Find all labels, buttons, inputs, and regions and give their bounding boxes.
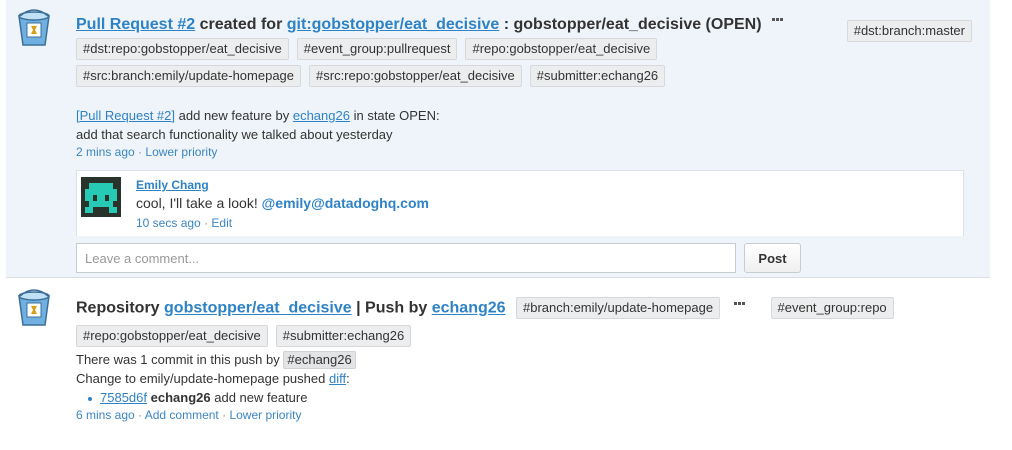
- user-link[interactable]: echang26: [432, 300, 506, 317]
- comment-author-link[interactable]: Emily Chang: [136, 178, 209, 192]
- pull-request-link[interactable]: Pull Request #2: [76, 16, 195, 33]
- commit-message: add new feature: [214, 390, 308, 405]
- mention-link[interactable]: @emily@datadoghq.com: [262, 195, 429, 211]
- tag[interactable]: #repo:gobstopper/eat_decisive: [76, 325, 268, 347]
- title-text: | Push by: [356, 299, 428, 317]
- tag[interactable]: #submitter:echang26: [529, 65, 666, 87]
- bucket-icon: [18, 9, 50, 46]
- tag-branch[interactable]: #branch:emily/update-homepage: [515, 297, 721, 319]
- comment-timestamp[interactable]: 10 secs ago: [136, 216, 201, 230]
- add-comment-link[interactable]: Add comment: [145, 408, 219, 422]
- comment-input[interactable]: [76, 243, 736, 273]
- title-text: Repository: [76, 299, 160, 317]
- bucket-icon: [18, 289, 50, 326]
- post-button[interactable]: Post: [744, 243, 801, 273]
- timestamp-link[interactable]: 6 mins ago: [76, 408, 135, 422]
- event-body-line2: Change to emily/update-homepage pushed d…: [76, 369, 980, 388]
- tag-list: #repo:gobstopper/eat_decisive #submitter:…: [76, 323, 980, 350]
- event-pull-request: Pull Request #2 created for git:gobstopp…: [6, 0, 990, 278]
- tag[interactable]: #repo:gobstopper/eat_decisive: [465, 38, 658, 60]
- comment-meta: 10 secs ago · Edit: [136, 215, 232, 232]
- diff-link[interactable]: diff: [329, 371, 346, 386]
- tag[interactable]: #src:repo:gobstopper/eat_decisive: [309, 65, 522, 87]
- tag-dst-branch[interactable]: #dst:branch:master: [846, 20, 972, 42]
- commit-author: echang26: [150, 390, 211, 405]
- body-text: There was 1 commit in this push by: [76, 352, 280, 367]
- list-item: 7585d6f echang26 add new feature: [88, 388, 980, 407]
- event-push: Repository gobstopper/eat_decisive | Pus…: [6, 280, 990, 450]
- comment-text: cool, I'll take a look! @emily@datadoghq…: [136, 195, 429, 211]
- tag[interactable]: #submitter:echang26: [275, 325, 412, 347]
- comment-body: cool, I'll take a look!: [136, 195, 258, 211]
- repo-link[interactable]: git:gobstopper/eat_decisive: [287, 16, 500, 33]
- body-text: Change to emily/update-homepage pushed: [76, 371, 326, 386]
- user-link[interactable]: echang26: [293, 108, 350, 123]
- tag-list: #dst:repo:gobstopper/eat_decisive #event_…: [76, 36, 756, 90]
- separator: ·: [138, 408, 143, 422]
- commit-list: 7585d6f echang26 add new feature: [88, 388, 980, 407]
- event-body: [Pull Request #2] add new feature by ech…: [76, 106, 980, 125]
- body-text: :: [346, 371, 350, 386]
- title-text: created for: [199, 16, 283, 33]
- avatar: [81, 177, 121, 217]
- body-text: in state OPEN:: [353, 108, 440, 123]
- lower-priority-link[interactable]: Lower priority: [229, 408, 301, 422]
- event-content: Pull Request #2 created for git:gobstopp…: [76, 14, 980, 161]
- tag[interactable]: #src:branch:emily/update-homepage: [76, 65, 302, 87]
- tag[interactable]: #dst:repo:gobstopper/eat_decisive: [76, 38, 289, 60]
- bullet-icon: [88, 396, 92, 401]
- body-text: add new feature by: [178, 108, 290, 123]
- pull-request-body-link[interactable]: [Pull Request #2]: [76, 108, 175, 123]
- event-meta: 6 mins ago · Add comment · Lower priorit…: [76, 407, 980, 424]
- timestamp-link[interactable]: 2 mins ago: [76, 145, 135, 159]
- event-content: Repository gobstopper/eat_decisive | Pus…: [76, 295, 980, 424]
- hashtag[interactable]: #echang26: [283, 351, 356, 369]
- event-title: Repository gobstopper/eat_decisive | Pus…: [76, 295, 980, 322]
- separator: ·: [138, 145, 143, 159]
- more-dots-icon[interactable]: [772, 17, 784, 26]
- event-body: There was 1 commit in this push by #echa…: [76, 350, 980, 369]
- commit-hash-link[interactable]: 7585d6f: [100, 390, 147, 405]
- tag[interactable]: #event_group:pullrequest: [296, 38, 458, 60]
- repo-link[interactable]: gobstopper/eat_decisive: [164, 300, 352, 317]
- more-dots-icon[interactable]: [734, 301, 746, 310]
- title-tail: : gobstopper/eat_decisive (OPEN): [503, 16, 762, 33]
- comment: Emily Chang cool, I'll take a look! @emi…: [76, 170, 964, 236]
- separator: ·: [204, 216, 209, 230]
- event-description: add that search functionality we talked …: [76, 127, 393, 142]
- lower-priority-link[interactable]: Lower priority: [145, 145, 217, 159]
- separator: ·: [222, 408, 227, 422]
- event-title: Pull Request #2 created for git:gobstopp…: [76, 14, 980, 36]
- event-meta: 2 mins ago · Lower priority: [76, 144, 980, 161]
- tag-event-group[interactable]: #event_group:repo: [770, 297, 894, 319]
- edit-comment-link[interactable]: Edit: [211, 216, 232, 230]
